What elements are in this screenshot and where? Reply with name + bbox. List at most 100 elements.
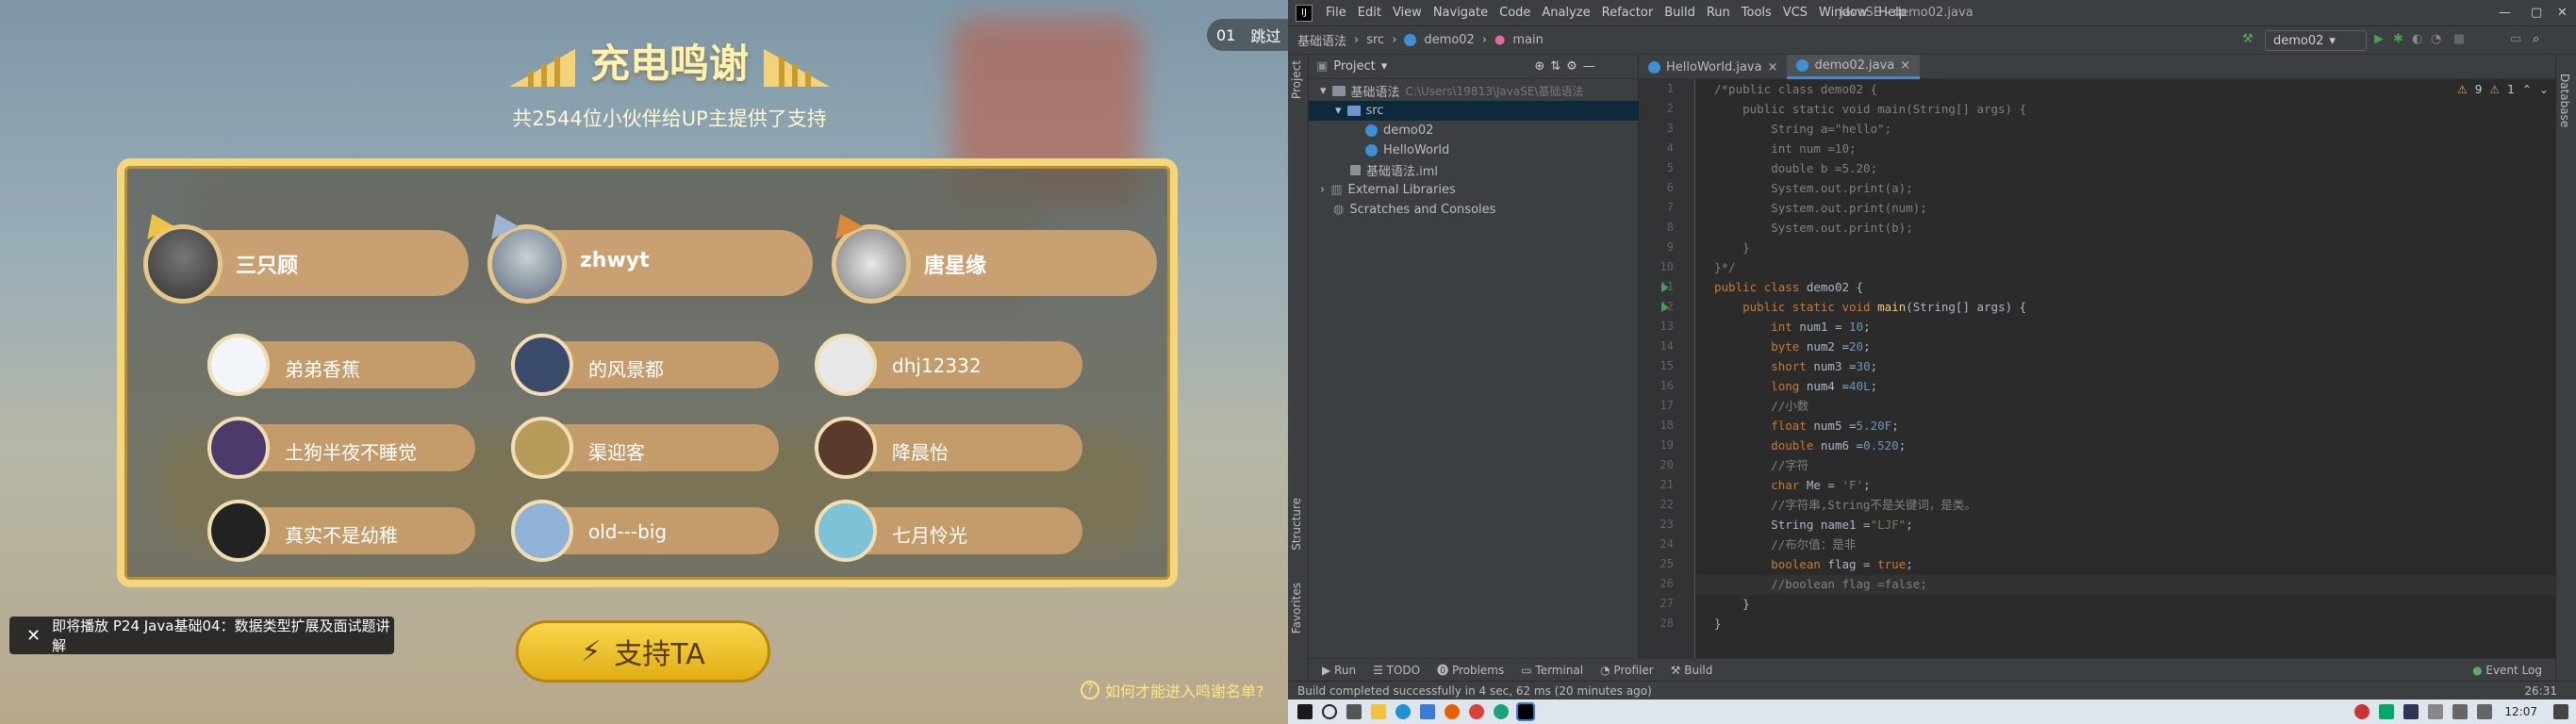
avatar[interactable] bbox=[207, 417, 270, 479]
avatar[interactable] bbox=[511, 500, 573, 562]
cursor-position[interactable]: 26:31 bbox=[2524, 684, 2557, 698]
menu-refactor[interactable]: Refactor bbox=[1596, 6, 1660, 20]
coverage-icon[interactable]: ◐ bbox=[2412, 32, 2425, 46]
debug-icon[interactable]: ✱ bbox=[2393, 32, 2406, 46]
chevron-down-icon[interactable]: ▾ bbox=[1381, 59, 1388, 74]
firefox-icon[interactable] bbox=[1445, 704, 1460, 719]
avatar[interactable] bbox=[832, 224, 911, 304]
event-log[interactable]: ● Event Log bbox=[2472, 664, 2542, 677]
avatar[interactable] bbox=[207, 334, 270, 396]
avatar[interactable] bbox=[815, 417, 877, 479]
menu-build[interactable]: Build bbox=[1659, 6, 1701, 20]
project-label[interactable]: Project bbox=[1333, 59, 1375, 74]
tray-icon[interactable] bbox=[2354, 704, 2370, 719]
windows-start-icon[interactable] bbox=[1297, 704, 1313, 719]
tree-file[interactable]: demo02 bbox=[1365, 121, 1433, 140]
tool-structure[interactable]: Structure bbox=[1290, 498, 1303, 551]
volume-icon[interactable] bbox=[2477, 704, 2493, 719]
code-line[interactable]: System.out.print(a); bbox=[1714, 178, 1913, 198]
menu-run[interactable]: Run bbox=[1701, 6, 1736, 20]
task-view-icon[interactable] bbox=[1346, 704, 1362, 719]
explorer-icon[interactable] bbox=[1371, 704, 1386, 719]
run-config-select[interactable]: demo02 ▾ bbox=[2265, 30, 2367, 51]
tool-terminal[interactable]: ▭ Terminal bbox=[1521, 664, 1583, 677]
tab-helloworld[interactable]: HelloWorld.java × bbox=[1639, 55, 1787, 79]
code-line[interactable]: //字符 bbox=[1714, 455, 1808, 475]
tool-favorites[interactable]: Favorites bbox=[1290, 583, 1303, 634]
tray-icon[interactable] bbox=[2428, 704, 2444, 719]
code-line[interactable]: /*public class demo02 { bbox=[1714, 79, 1877, 99]
gear-icon[interactable]: ⚙ bbox=[1566, 59, 1577, 74]
code-line[interactable]: int num1 = 10; bbox=[1714, 317, 1870, 337]
menu-navigate[interactable]: Navigate bbox=[1428, 6, 1494, 20]
tool-run[interactable]: ▶ Run bbox=[1322, 664, 1356, 677]
avatar[interactable] bbox=[143, 224, 223, 304]
tool-problems[interactable]: ⓿ Problems bbox=[1437, 662, 1504, 678]
hammer-icon[interactable]: ⚒ bbox=[2242, 32, 2255, 46]
run-icon[interactable] bbox=[1661, 303, 1669, 312]
intellij-icon[interactable]: IJ bbox=[1296, 4, 1313, 22]
tool-build[interactable]: ⚒ Build bbox=[1671, 664, 1713, 677]
tree-iml[interactable]: 基础语法.iml bbox=[1350, 160, 1438, 180]
code-line[interactable]: System.out.print(b); bbox=[1714, 218, 1913, 238]
tool-profiler[interactable]: ◔ Profiler bbox=[1600, 664, 1654, 677]
avatar[interactable] bbox=[511, 417, 573, 479]
breadcrumb-project[interactable]: 基础语法 bbox=[1297, 31, 1346, 49]
support-button[interactable]: ⚡ 支持TA bbox=[516, 620, 770, 683]
code-line[interactable]: //布尔值：是非 bbox=[1714, 535, 1856, 554]
code-line[interactable]: char Me = 'F'; bbox=[1714, 475, 1870, 495]
code-line[interactable]: float num5 =5.20F; bbox=[1714, 416, 1899, 436]
tree-src[interactable]: ▾ src bbox=[1335, 101, 1384, 121]
store-icon[interactable] bbox=[1420, 704, 1435, 719]
tree-external-libraries[interactable]: › ▥ External Libraries bbox=[1320, 180, 1456, 200]
tree-file[interactable]: HelloWorld bbox=[1365, 140, 1449, 160]
chevron-up-icon[interactable]: ⌃ bbox=[2522, 83, 2532, 96]
clock[interactable]: 12:07 bbox=[2504, 705, 2537, 718]
close-icon[interactable]: × bbox=[1768, 60, 1778, 74]
avatar[interactable] bbox=[815, 334, 877, 396]
network-icon[interactable] bbox=[2452, 704, 2469, 719]
maximize-icon[interactable]: ▢ bbox=[2531, 6, 2542, 20]
code-line[interactable]: double num6 =0.520; bbox=[1714, 436, 1906, 455]
intellij-taskbar-icon[interactable] bbox=[1516, 702, 1535, 721]
avatar[interactable] bbox=[815, 500, 877, 562]
skip-button[interactable]: 01 跳过 bbox=[1207, 19, 1288, 51]
stop-icon[interactable]: ■ bbox=[2453, 32, 2467, 46]
tree-scratches[interactable]: ◍ Scratches and Consoles bbox=[1333, 200, 1495, 220]
tray-icon[interactable] bbox=[2379, 704, 2395, 719]
profile-icon[interactable]: ◔ bbox=[2431, 32, 2444, 46]
run-icon[interactable] bbox=[1661, 283, 1669, 292]
close-icon[interactable]: ✕ bbox=[26, 626, 41, 646]
breadcrumb-class[interactable]: demo02 bbox=[1424, 33, 1474, 47]
code-line[interactable]: long num4 =40L; bbox=[1714, 376, 1877, 396]
menu-edit[interactable]: Edit bbox=[1352, 6, 1387, 20]
run-icon[interactable]: ▶ bbox=[2374, 32, 2387, 46]
avatar[interactable] bbox=[511, 334, 573, 396]
tab-demo02[interactable]: demo02.java × bbox=[1787, 55, 1921, 79]
notification-icon[interactable] bbox=[2553, 704, 2568, 719]
menu-file[interactable]: File bbox=[1320, 6, 1352, 20]
avatar[interactable] bbox=[487, 224, 567, 304]
code-line[interactable]: short num3 =30; bbox=[1714, 356, 1877, 376]
avatar[interactable] bbox=[207, 500, 270, 562]
code-line[interactable]: public static void main(String[] args) { bbox=[1714, 297, 2026, 317]
code-line[interactable]: //字符串,String不是关键词，是类。 bbox=[1714, 495, 1976, 515]
tool-project[interactable]: Project bbox=[1290, 60, 1303, 99]
code-line[interactable]: byte num2 =20; bbox=[1714, 337, 1870, 356]
tool-todo[interactable]: ☰ TODO bbox=[1373, 664, 1420, 677]
edge-icon[interactable] bbox=[1395, 704, 1411, 719]
menu-analyze[interactable]: Analyze bbox=[1536, 6, 1595, 20]
tray-icon[interactable] bbox=[2403, 704, 2419, 719]
collapse-icon[interactable]: ⇅ bbox=[1550, 59, 1560, 74]
minimize-icon[interactable]: — bbox=[2499, 6, 2511, 20]
project-structure-icon[interactable]: ▭ bbox=[2510, 32, 2523, 46]
tool-database[interactable]: Database bbox=[2558, 74, 2571, 127]
code-line[interactable]: int num =10; bbox=[1714, 139, 1856, 158]
menu-view[interactable]: View bbox=[1387, 6, 1428, 20]
code-line[interactable]: double b =5.20; bbox=[1714, 158, 1877, 178]
code-line[interactable]: } bbox=[1714, 594, 1750, 614]
search-icon[interactable] bbox=[1322, 704, 1337, 719]
close-window-icon[interactable]: ✕ bbox=[2557, 6, 2568, 20]
menu-vcs[interactable]: VCS bbox=[1777, 6, 1813, 20]
inspection-widget[interactable]: ⚠ 9 ⚠ 1 ⌃ ⌄ bbox=[2457, 83, 2549, 96]
